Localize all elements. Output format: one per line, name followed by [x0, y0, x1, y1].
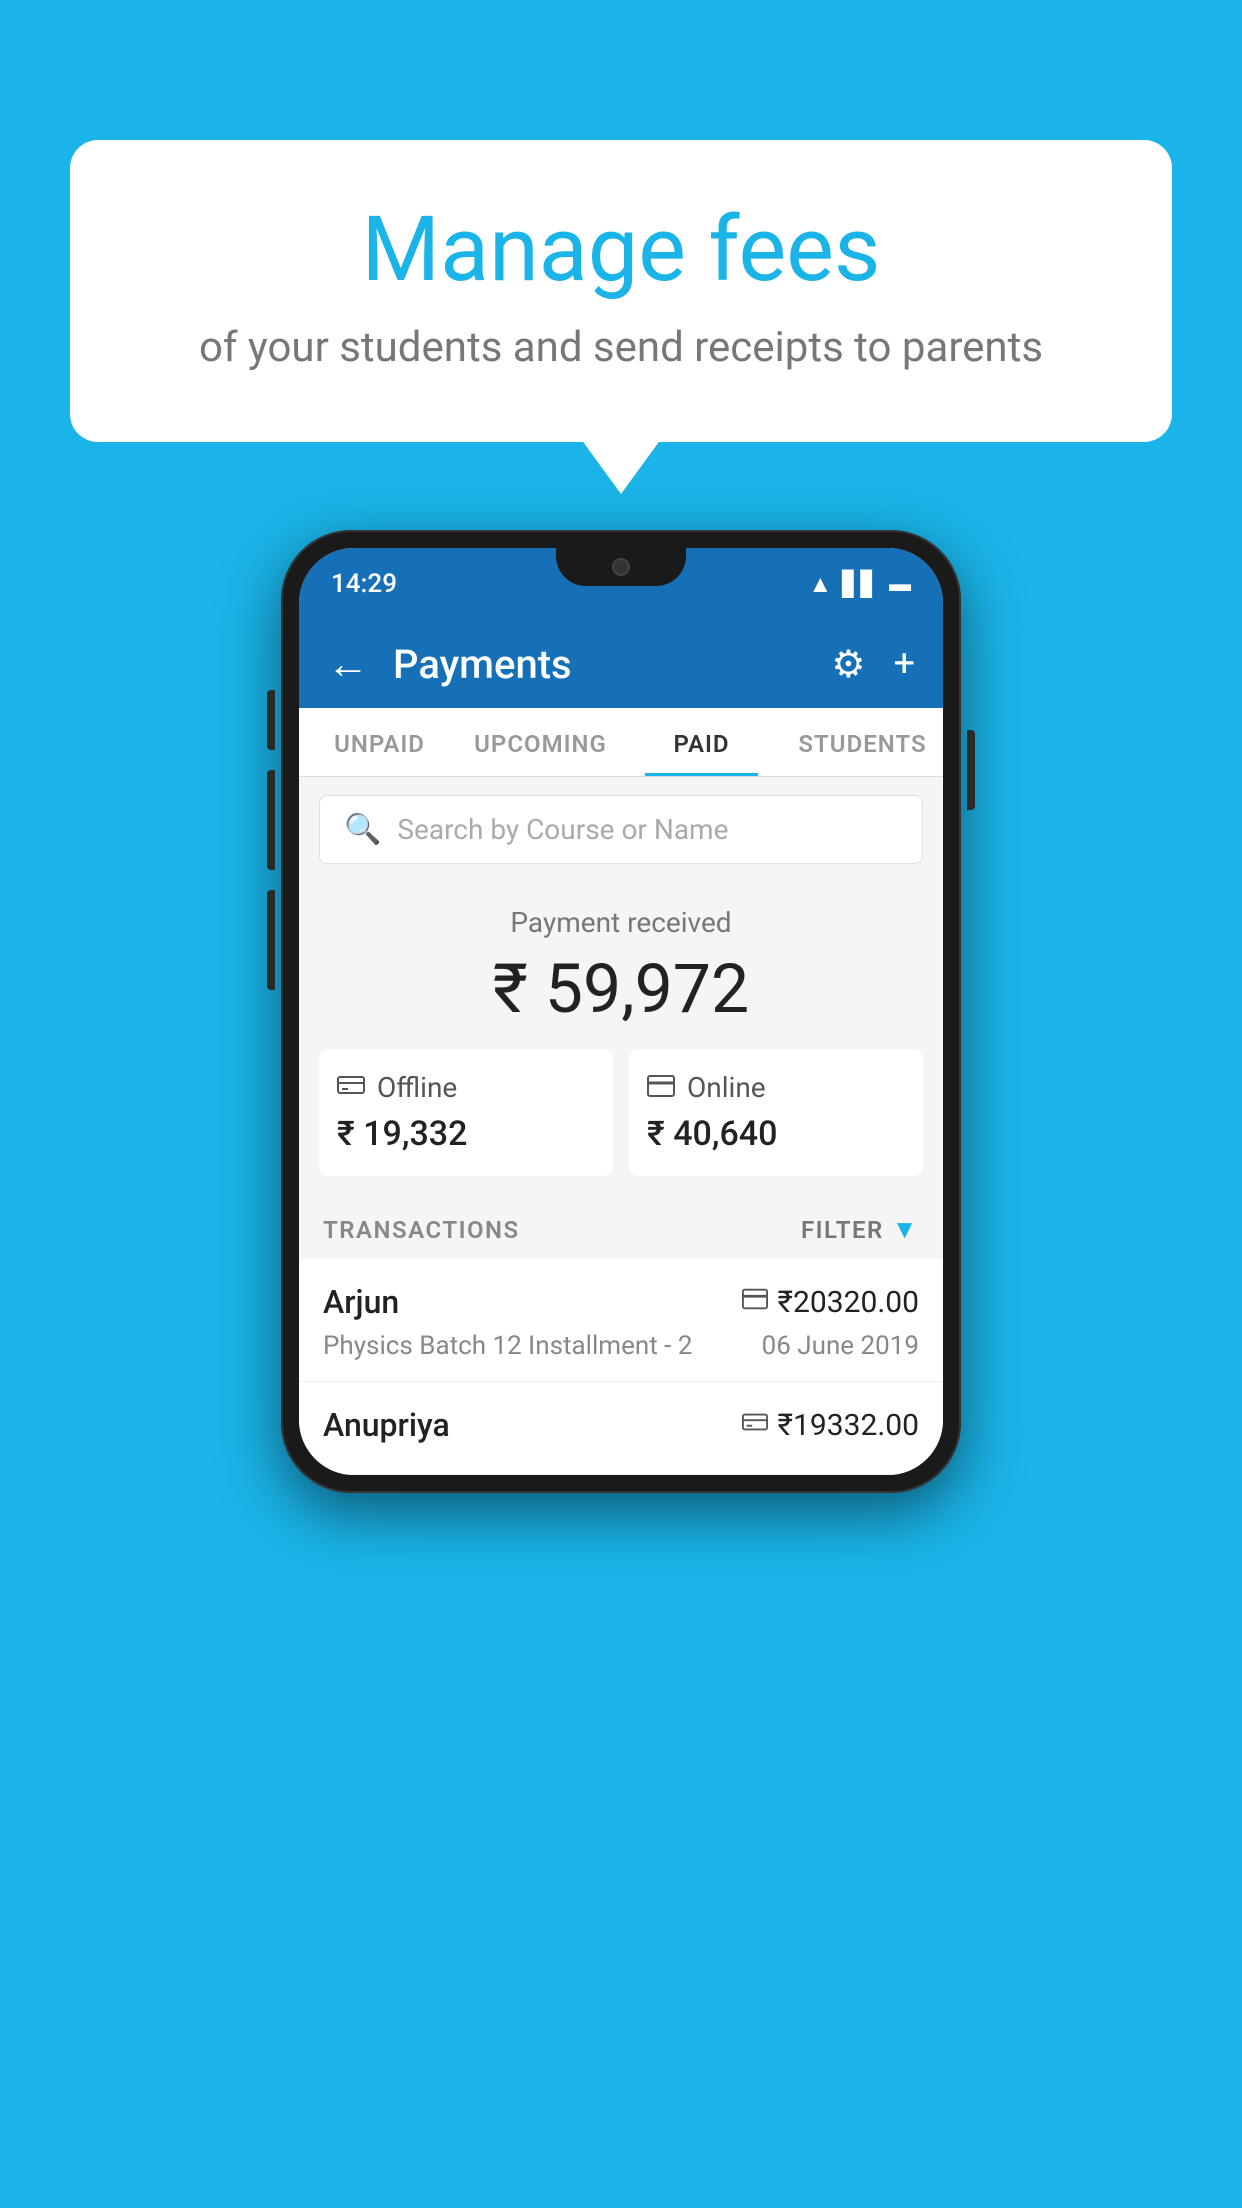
- payment-total-amount: ₹ 59,972: [319, 949, 923, 1029]
- filter-label: FILTER: [801, 1216, 884, 1244]
- settings-button[interactable]: ⚙: [831, 642, 865, 687]
- search-input[interactable]: Search by Course or Name: [397, 813, 728, 846]
- status-bar: 14:29 ▲ ▋▋ ▬: [299, 548, 943, 620]
- search-container: 🔍 Search by Course or Name: [299, 777, 943, 882]
- transaction-date: 06 June 2019: [762, 1331, 919, 1361]
- tab-students[interactable]: STUDENTS: [782, 708, 943, 776]
- filter-button[interactable]: FILTER ▼: [801, 1214, 919, 1245]
- front-camera: [612, 558, 630, 576]
- bubble-title: Manage fees: [150, 200, 1092, 299]
- offline-card: Offline ₹ 19,332: [319, 1049, 613, 1176]
- phone-screen: 14:29 ▲ ▋▋ ▬ ← Payments ⚙ +: [299, 548, 943, 1475]
- offline-amount: ₹ 19,332: [337, 1114, 467, 1154]
- signal-icon: ▋▋: [842, 570, 879, 598]
- transactions-header: TRANSACTIONS FILTER ▼: [299, 1196, 943, 1259]
- app-bar: ← Payments ⚙ +: [299, 620, 943, 708]
- tab-upcoming[interactable]: UPCOMING: [460, 708, 621, 776]
- transaction-name: Arjun: [323, 1283, 399, 1321]
- battery-icon: ▬: [889, 571, 911, 597]
- tabs-bar: UNPAID UPCOMING PAID STUDENTS: [299, 708, 943, 777]
- transaction-course: Physics Batch 12 Installment - 2: [323, 1331, 692, 1361]
- power-button: [967, 730, 975, 810]
- speech-bubble: Manage fees of your students and send re…: [70, 140, 1172, 442]
- search-box[interactable]: 🔍 Search by Course or Name: [319, 795, 923, 864]
- transaction-amount-2: ₹19332.00: [778, 1408, 919, 1443]
- online-amount: ₹ 40,640: [647, 1114, 777, 1154]
- offline-icon: [337, 1071, 365, 1104]
- add-button[interactable]: +: [893, 642, 915, 686]
- offline-card-header: Offline: [337, 1071, 457, 1104]
- page-title: Payments: [393, 641, 807, 688]
- online-card-header: Online: [647, 1071, 766, 1104]
- filter-icon: ▼: [892, 1214, 919, 1245]
- status-time: 14:29: [331, 569, 397, 599]
- online-label: Online: [687, 1071, 766, 1104]
- volume-up-button: [267, 770, 275, 870]
- transaction-item-arjun[interactable]: Arjun ₹20320.00 Physics Batch 12 Install…: [299, 1259, 943, 1382]
- tab-paid[interactable]: PAID: [621, 708, 782, 776]
- transaction-row1-2: Anupriya ₹19332.00: [323, 1406, 919, 1444]
- status-icons: ▲ ▋▋ ▬: [808, 570, 911, 599]
- volume-down-button: [267, 890, 275, 990]
- search-icon: 🔍: [344, 812, 381, 847]
- wifi-icon: ▲: [808, 570, 832, 599]
- transaction-amount-row: ₹20320.00: [742, 1285, 919, 1320]
- phone-wrapper: 14:29 ▲ ▋▋ ▬ ← Payments ⚙ +: [281, 530, 961, 1493]
- transaction-payment-icon-2: [742, 1410, 768, 1441]
- transaction-row1: Arjun ₹20320.00: [323, 1283, 919, 1321]
- phone-outer: 14:29 ▲ ▋▋ ▬ ← Payments ⚙ +: [281, 530, 961, 1493]
- transaction-amount: ₹20320.00: [778, 1285, 919, 1320]
- transaction-payment-icon: [742, 1287, 768, 1317]
- online-icon: [647, 1071, 675, 1104]
- notch: [556, 548, 686, 586]
- payment-received-label: Payment received: [319, 906, 923, 939]
- transaction-name-2: Anupriya: [323, 1406, 450, 1444]
- transaction-row2: Physics Batch 12 Installment - 2 06 June…: [323, 1331, 919, 1361]
- payment-summary: Payment received ₹ 59,972: [299, 882, 943, 1196]
- app-bar-actions: ⚙ +: [831, 642, 915, 687]
- tab-unpaid[interactable]: UNPAID: [299, 708, 460, 776]
- left-button-1: [267, 690, 275, 750]
- bubble-subtitle: of your students and send receipts to pa…: [150, 323, 1092, 372]
- payment-cards: Offline ₹ 19,332 Online: [319, 1049, 923, 1176]
- offline-label: Offline: [377, 1071, 457, 1104]
- speech-bubble-container: Manage fees of your students and send re…: [70, 140, 1172, 442]
- back-button[interactable]: ←: [327, 640, 369, 689]
- transaction-amount-row-2: ₹19332.00: [742, 1408, 919, 1443]
- transactions-label: TRANSACTIONS: [323, 1216, 520, 1244]
- online-card: Online ₹ 40,640: [629, 1049, 923, 1176]
- transaction-item-anupriya[interactable]: Anupriya ₹19332.00: [299, 1382, 943, 1475]
